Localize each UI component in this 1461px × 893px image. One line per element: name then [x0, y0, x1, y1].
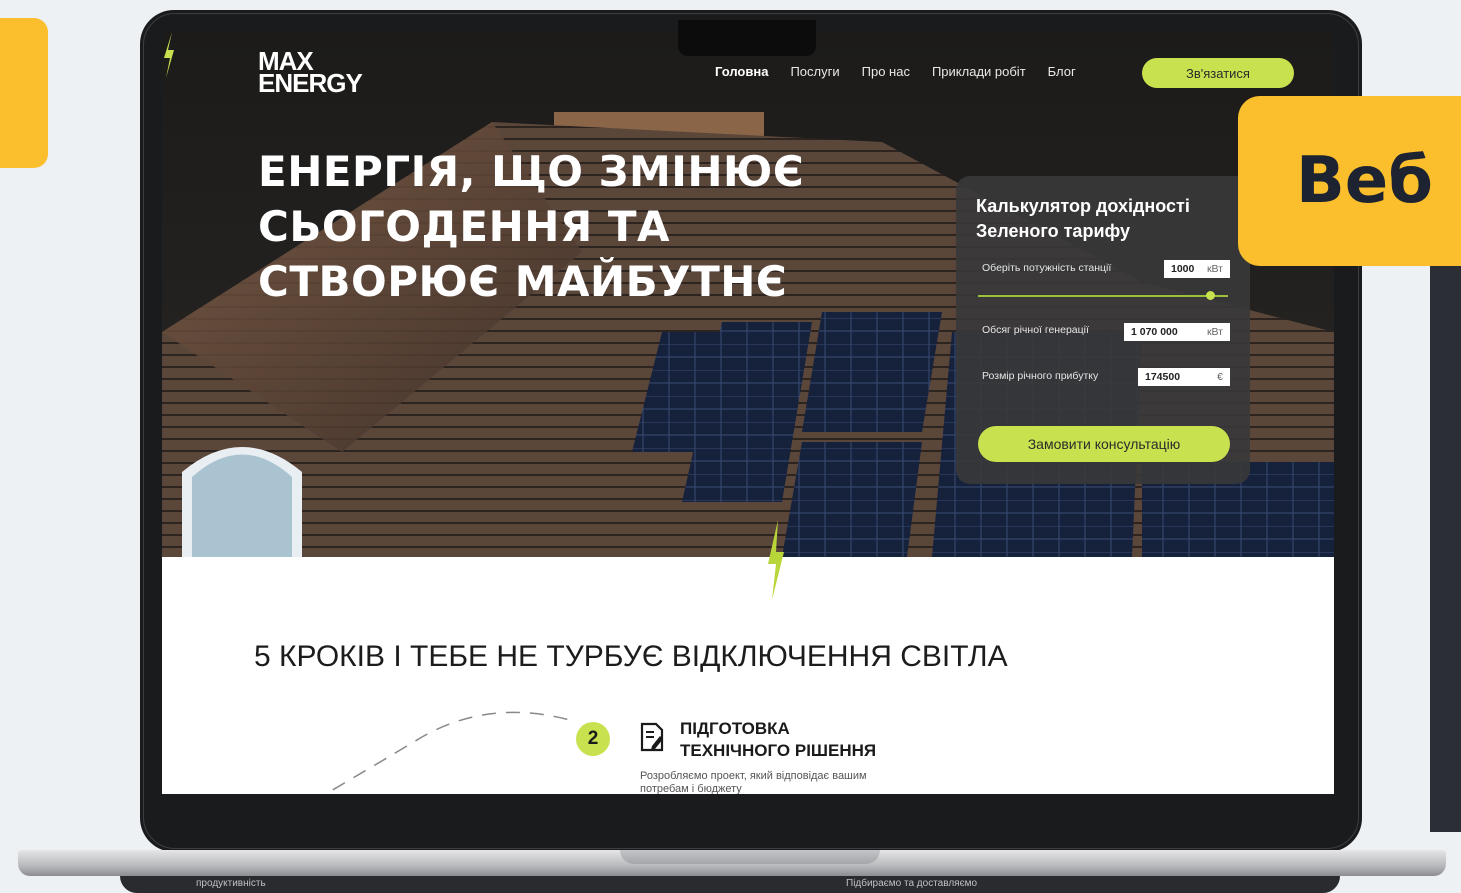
- nav-item-home[interactable]: Головна: [715, 64, 768, 79]
- steps-section-title: 5 КРОКІВ І ТЕБЕ НЕ ТУРБУЄ ВІДКЛЮЧЕННЯ СВ…: [254, 640, 1008, 673]
- power-label: Оберіть потужність станції: [982, 262, 1112, 274]
- nav-item-blog[interactable]: Блог: [1048, 64, 1076, 79]
- nav-item-portfolio[interactable]: Приклади робіт: [932, 64, 1026, 79]
- nav-item-services[interactable]: Послуги: [790, 64, 839, 79]
- document-edit-icon: [640, 722, 664, 752]
- laptop-base-shadow: [120, 876, 1340, 893]
- underlying-page-text-right: Підбираємо та доставляємо: [846, 878, 978, 889]
- power-value: 1000: [1171, 263, 1195, 275]
- generation-label: Обсяг річної генерації: [982, 324, 1089, 336]
- generation-unit: кВт: [1206, 326, 1223, 338]
- hero-headline: ЕНЕРГІЯ, ЩО ЗМІНЮЄ СЬОГОДЕННЯ ТА СТВОРЮЄ…: [258, 147, 805, 306]
- contact-button[interactable]: Зв'язатися: [1142, 58, 1294, 88]
- power-slider[interactable]: [978, 295, 1228, 297]
- step-number-badge: 2: [576, 722, 610, 756]
- profit-value: 174500: [1145, 371, 1181, 383]
- power-slider-knob[interactable]: [1206, 291, 1215, 300]
- step-description: Розробляємо проект, який відповідає ваши…: [640, 770, 867, 794]
- generation-field: 1 070 000 кВт: [1124, 323, 1230, 341]
- power-unit: кВт: [1206, 263, 1223, 275]
- step-title-line-2: ТЕХНІЧНОГО РІШЕННЯ: [680, 741, 877, 760]
- main-nav: Головна Послуги Про нас Приклади робіт Б…: [715, 64, 1076, 79]
- step-title-line-1: ПІДГОТОВКА: [680, 719, 790, 738]
- yellow-label-banner: Веб: [1238, 96, 1461, 266]
- nav-item-about[interactable]: Про нас: [862, 64, 910, 79]
- generation-value: 1 070 000: [1131, 326, 1178, 338]
- profit-unit: €: [1217, 371, 1223, 383]
- underlying-page-text-left: продуктивність: [196, 878, 266, 889]
- logo-line-2: ENERGY: [258, 68, 363, 98]
- power-field[interactable]: 1000 кВт: [1164, 260, 1230, 278]
- camera-notch: [678, 20, 816, 56]
- profit-calculator: Калькулятор дохідності Зеленого тарифу О…: [956, 176, 1250, 484]
- background-panel: [1430, 200, 1461, 832]
- hero-section: MAX ENERGY Головна Послуги Про нас Прикл…: [162, 32, 1334, 557]
- laptop-opening-groove: [620, 850, 880, 864]
- calculator-title: Калькулятор дохідності Зеленого тарифу: [976, 196, 1190, 241]
- profit-field: 174500 €: [1138, 368, 1230, 386]
- yellow-banner-left: [0, 18, 48, 168]
- divider-bolt-icon: [768, 520, 784, 600]
- laptop-screen: MAX ENERGY Головна Послуги Про нас Прикл…: [162, 32, 1334, 794]
- step-title: ПІДГОТОВКА ТЕХНІЧНОГО РІШЕННЯ: [680, 718, 876, 762]
- order-consultation-button[interactable]: Замовити консультацію: [978, 426, 1230, 462]
- steps-path-line: [324, 711, 578, 794]
- logo-bolt-icon: [164, 32, 174, 78]
- banner-text: Веб: [1296, 144, 1433, 218]
- profit-label: Розмір річного прибутку: [982, 370, 1099, 382]
- site-logo[interactable]: MAX ENERGY: [258, 48, 363, 98]
